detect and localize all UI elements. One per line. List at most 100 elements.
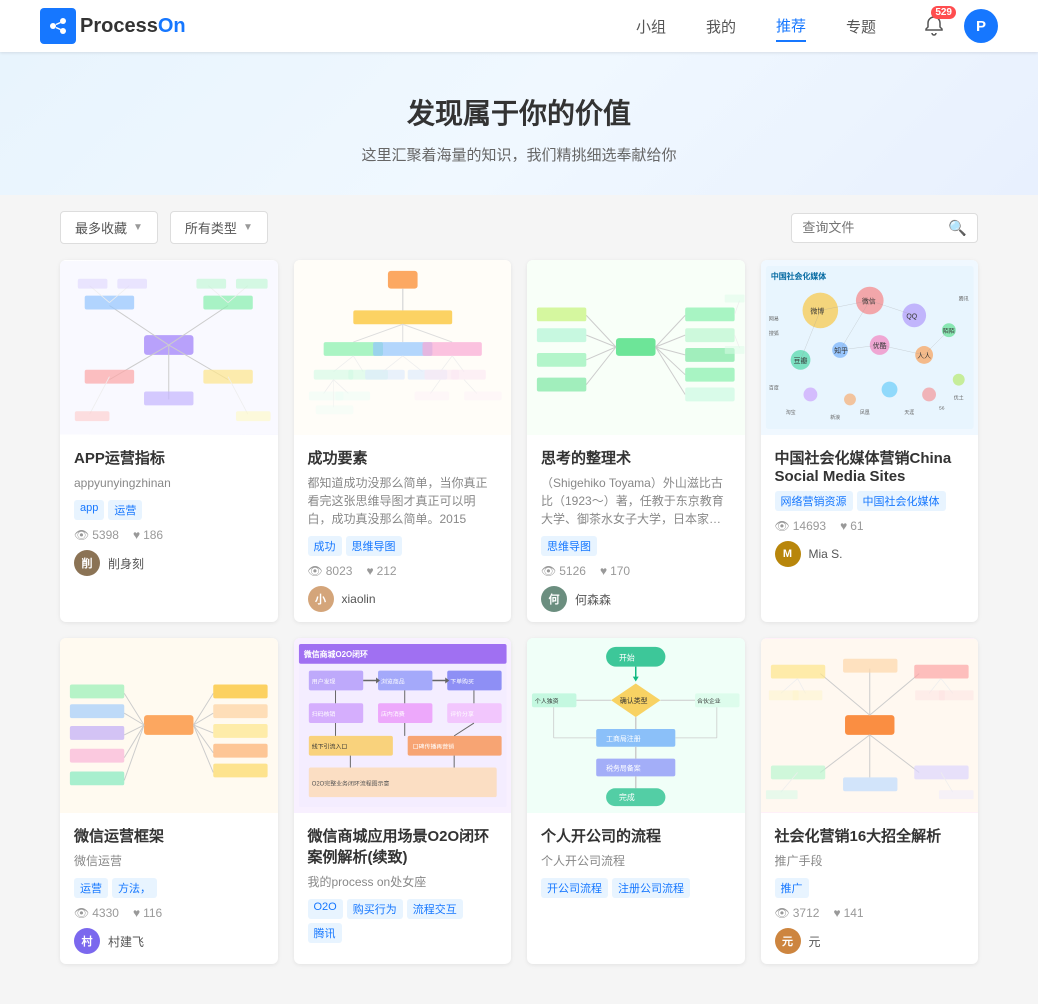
card-1-meta: 👁 5398 ♥ 186 <box>74 528 264 542</box>
card-8-title: 社会化营销16大招全解析 <box>775 825 965 846</box>
card-4-tags: 网络营销资源 中国社会化媒体 <box>775 491 965 511</box>
svg-text:评价分享: 评价分享 <box>450 710 474 718</box>
tag: 方法， <box>112 878 157 898</box>
tag: 运营 <box>74 878 108 898</box>
author-avatar: 村 <box>74 928 100 954</box>
card-4-meta: 👁 14693 ♥ 61 <box>775 519 965 533</box>
svg-text:完成: 完成 <box>619 792 635 802</box>
card-1-subdesc: appyunyingzhinan <box>74 474 264 492</box>
card-6-body: 微信商城应用场景O2O闭环案例解析(续致) 我的process on处女座 O2… <box>294 813 512 961</box>
tag: 注册公司流程 <box>612 878 690 898</box>
hero-section: 发现属于你的价值 这里汇聚着海量的知识，我们精挑细选奉献给你 <box>0 52 1038 195</box>
svg-text:口碑传播再营销: 口碑传播再营销 <box>412 743 454 751</box>
tag: 开公司流程 <box>541 878 608 898</box>
tag: 思维导图 <box>541 536 597 556</box>
card-3-desc: （Shigehiko Toyama）外山滋比古比（1923～）著，任教于东京教育… <box>541 474 731 528</box>
card-5-meta: 👁 4330 ♥ 116 <box>74 906 264 920</box>
svg-text:微信商城O2O闭环: 微信商城O2O闭环 <box>302 649 367 659</box>
sort-filter-button[interactable]: 最多收藏 ▼ <box>60 211 158 244</box>
tag: 推广 <box>775 878 809 898</box>
svg-text:陌陌: 陌陌 <box>942 327 954 335</box>
type-arrow-icon: ▼ <box>243 222 253 233</box>
logo[interactable]: ProcessOn <box>40 8 186 44</box>
tag: 流程交互 <box>407 899 463 919</box>
search-icon[interactable]: 🔍 <box>948 219 967 237</box>
author-name: 元 <box>809 933 821 950</box>
view-count: 👁 5398 <box>74 528 119 542</box>
card-1-body: APP运营指标 appyunyingzhinan app 运营 👁 5398 ♥… <box>60 435 278 586</box>
author-name: 何森森 <box>575 591 611 608</box>
svg-text:网易: 网易 <box>768 316 778 322</box>
tag: 中国社会化媒体 <box>857 491 946 511</box>
svg-text:微信: 微信 <box>861 297 875 306</box>
search-input[interactable] <box>802 220 942 235</box>
notification-button[interactable]: 529 <box>916 8 952 44</box>
view-count: 👁 8023 <box>308 564 353 578</box>
type-filter-button[interactable]: 所有类型 ▼ <box>170 211 268 244</box>
svg-text:下单购买: 下单购买 <box>450 677 474 685</box>
tag: 购买行为 <box>347 899 403 919</box>
svg-text:店内消费: 店内消费 <box>381 710 405 718</box>
type-filter-label: 所有类型 <box>185 218 237 237</box>
author-avatar: 小 <box>308 586 334 612</box>
card-china-social[interactable]: 中国社会化媒体 微博 微信 QQ 豆瓣 知乎 优酷 人人 陌陌 <box>761 260 979 622</box>
card-app-yunying[interactable]: APP运营指标 appyunyingzhinan app 运营 👁 5398 ♥… <box>60 260 278 622</box>
view-count: 👁 3712 <box>775 906 820 920</box>
card-8-author: 元 元 <box>775 928 965 954</box>
card-7-desc: 个人开公司流程 <box>541 852 731 870</box>
card-shehui-yingxiao[interactable]: 社会化营销16大招全解析 推广手段 推广 👁 3712 ♥ 141 元 元 <box>761 638 979 964</box>
svg-text:56: 56 <box>938 405 944 411</box>
card-chenggong-yaosu[interactable]: 成功要素 都知道成功没那么简单，当你真正看完这张思维导图才真正可以明白，成功真没… <box>294 260 512 622</box>
svg-text:微博: 微博 <box>810 306 824 315</box>
main-nav: 小组 我的 推荐 专题 <box>636 11 876 42</box>
svg-text:税务局备案: 税务局备案 <box>606 763 641 772</box>
card-8-thumbnail <box>761 638 979 813</box>
card-geren-kaigongsi[interactable]: 开始 确认类型 工商局注册 税务局备案 完成 <box>527 638 745 964</box>
logo-text: ProcessOn <box>80 15 186 38</box>
card-2-author: 小 xiaolin <box>308 586 498 612</box>
like-count: ♥ 186 <box>133 528 163 542</box>
sort-arrow-icon: ▼ <box>133 222 143 233</box>
card-1-title: APP运营指标 <box>74 447 264 468</box>
svg-text:合伙企业: 合伙企业 <box>697 697 721 705</box>
tag: 运营 <box>108 500 142 520</box>
like-count: ♥ 61 <box>840 519 863 533</box>
card-8-subdesc: 推广手段 <box>775 852 965 870</box>
card-5-thumbnail <box>60 638 278 813</box>
user-avatar[interactable]: P <box>964 9 998 43</box>
view-count: 👁 14693 <box>775 519 827 533</box>
svg-text:人人: 人人 <box>917 352 931 360</box>
card-8-meta: 👁 3712 ♥ 141 <box>775 906 965 920</box>
card-5-desc: 微信运营 <box>74 852 264 870</box>
svg-text:优土: 优土 <box>953 394 963 401</box>
nav-wode[interactable]: 我的 <box>706 12 736 41</box>
card-2-thumbnail <box>294 260 512 435</box>
card-7-tags: 开公司流程 注册公司流程 <box>541 878 731 898</box>
filter-bar: 最多收藏 ▼ 所有类型 ▼ 🔍 <box>0 195 1038 260</box>
card-3-author: 何 何森森 <box>541 586 731 612</box>
hero-title: 发现属于你的价值 <box>20 92 1018 132</box>
card-sikov-zhengli[interactable]: 思考的整理术 （Shigehiko Toyama）外山滋比古比（1923～）著，… <box>527 260 745 622</box>
author-name: 削身刻 <box>108 555 144 572</box>
card-7-body: 个人开公司的流程 个人开公司流程 开公司流程 注册公司流程 <box>527 813 745 916</box>
card-2-meta: 👁 8023 ♥ 212 <box>308 564 498 578</box>
nav-zhuanti[interactable]: 专题 <box>846 12 876 41</box>
search-box: 🔍 <box>791 213 978 243</box>
hero-subtitle: 这里汇聚着海量的知识，我们精挑细选奉献给你 <box>20 144 1018 165</box>
card-3-tags: 思维导图 <box>541 536 731 556</box>
header-right: 529 P <box>916 8 998 44</box>
author-avatar: 削 <box>74 550 100 576</box>
card-3-thumbnail <box>527 260 745 435</box>
card-5-tags: 运营 方法， <box>74 878 264 898</box>
card-1-tags: app 运营 <box>74 500 264 520</box>
nav-xiaozu[interactable]: 小组 <box>636 12 666 41</box>
svg-text:豆瓣: 豆瓣 <box>793 356 807 365</box>
nav-tuijian[interactable]: 推荐 <box>776 11 806 42</box>
card-6-desc: 我的process on处女座 <box>308 873 498 891</box>
card-weixin-kuangjia[interactable]: 微信运营框架 微信运营 运营 方法， 👁 4330 ♥ 116 村 村建飞 <box>60 638 278 964</box>
tag: 成功 <box>308 536 342 556</box>
main-header: ProcessOn 小组 我的 推荐 专题 529 P <box>0 0 1038 52</box>
svg-text:凤凰: 凤凰 <box>859 410 869 416</box>
card-weixin-o2o[interactable]: 微信商城O2O闭环 <box>294 638 512 964</box>
card-4-thumbnail: 中国社会化媒体 微博 微信 QQ 豆瓣 知乎 优酷 人人 陌陌 <box>761 260 979 435</box>
